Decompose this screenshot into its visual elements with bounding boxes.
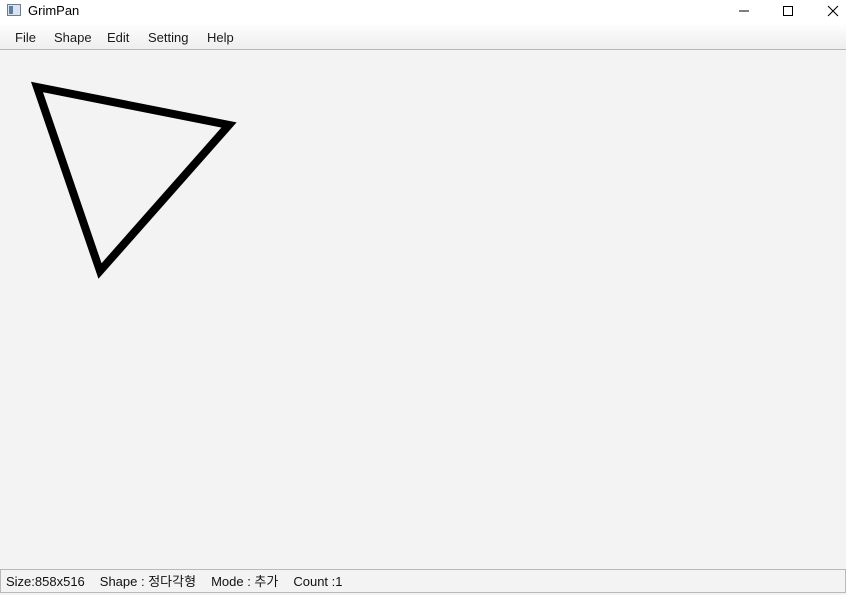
triangle-shape[interactable] (30, 81, 237, 279)
maximize-button[interactable] (765, 0, 811, 22)
app-icon (7, 4, 21, 16)
grimpan-window: GrimPan File Shape Edit Setting Help Siz… (0, 0, 846, 595)
status-shape: Shape : 정다각형 (99, 574, 197, 589)
minimize-button[interactable] (721, 0, 767, 22)
menu-bar: File Shape Edit Setting Help (0, 25, 846, 50)
close-button[interactable] (810, 0, 846, 22)
minimize-icon (739, 10, 749, 12)
drawing-canvas[interactable] (0, 50, 846, 569)
canvas-surface (30, 81, 237, 279)
window-title: GrimPan (28, 3, 80, 18)
status-bar: Size:858x516 Shape : 정다각형 Mode : 추가 Count :… (0, 569, 846, 593)
status-count: Count :1 (293, 574, 343, 589)
menu-shape[interactable]: Shape (54, 30, 92, 46)
title-bar: GrimPan (0, 0, 846, 25)
close-icon (827, 5, 839, 17)
menu-help[interactable]: Help (207, 30, 234, 46)
status-mode: Mode : 추가 (211, 574, 279, 589)
maximize-icon (783, 6, 793, 16)
status-text: Size:858x516 Shape : 정다각형 Mode : 추가 Count :… (6, 574, 343, 590)
menu-edit[interactable]: Edit (107, 30, 129, 46)
menu-setting[interactable]: Setting (148, 30, 188, 46)
status-size: Size:858x516 (6, 574, 85, 589)
menu-file[interactable]: File (15, 30, 36, 46)
